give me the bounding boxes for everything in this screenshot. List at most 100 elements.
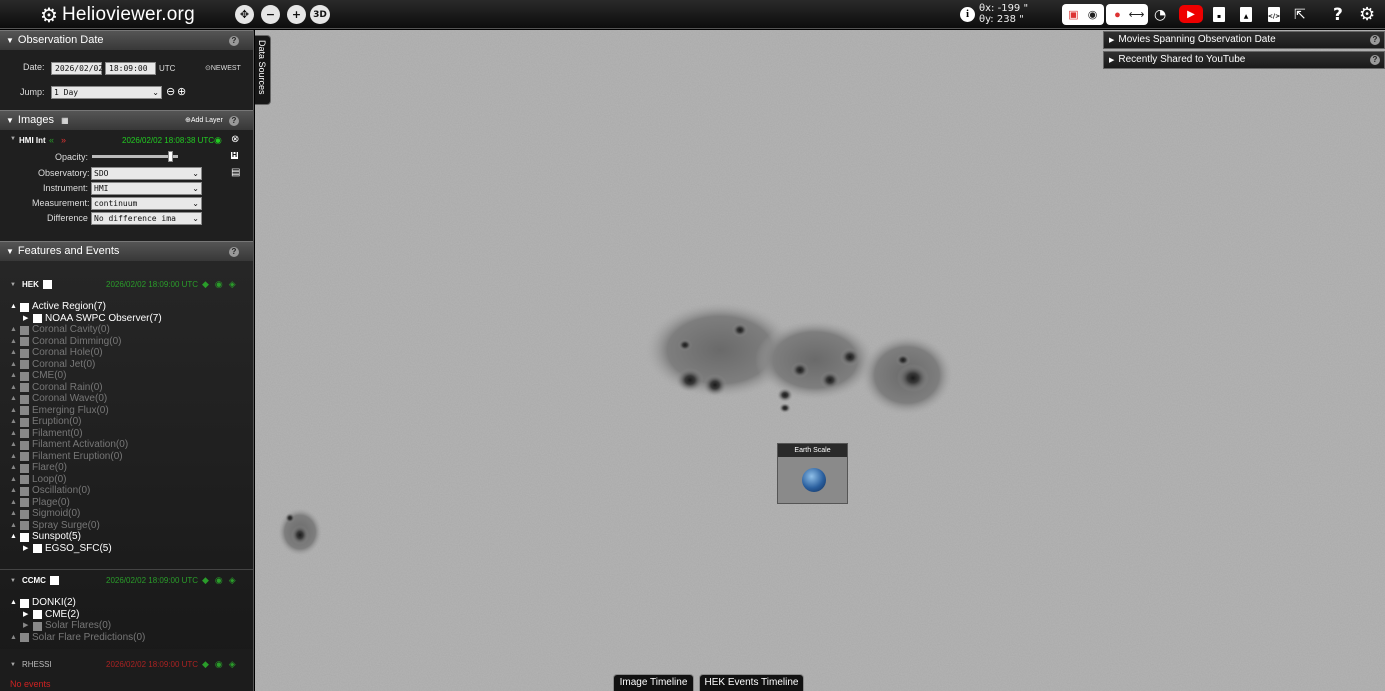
- solar-image-viewport[interactable]: [255, 30, 1385, 691]
- event-type-item[interactable]: ▲ Solar Flare Predictions(0): [10, 632, 145, 644]
- event-checkbox[interactable]: [20, 383, 29, 392]
- event-type-item[interactable]: ▲ Coronal Cavity(0): [10, 324, 110, 336]
- collapse-arrow-icon[interactable]: ▲: [10, 347, 20, 359]
- jump-forward-icon[interactable]: ⊕: [177, 85, 186, 98]
- collapse-arrow-icon[interactable]: ▲: [10, 405, 20, 417]
- provider-hek[interactable]: ▼ HEK: [10, 280, 52, 289]
- header-info-icon[interactable]: H: [231, 152, 239, 159]
- event-type-item[interactable]: ▲ Filament(0): [10, 428, 83, 440]
- image-doc-icon[interactable]: ▲: [1240, 6, 1252, 23]
- event-type-item[interactable]: ▲ Coronal Hole(0): [10, 347, 103, 359]
- marker-icon[interactable]: ◆: [202, 659, 215, 669]
- instrument-select[interactable]: HMI ⌄: [91, 182, 202, 195]
- marker-icon[interactable]: ◆: [202, 575, 215, 585]
- event-checkbox[interactable]: [20, 302, 29, 312]
- distance-icon[interactable]: ⟷: [1128, 6, 1145, 23]
- event-type-item[interactable]: ▲ Active Region(7): [10, 301, 106, 313]
- info-icon[interactable]: i: [960, 7, 975, 22]
- provider-ccmc[interactable]: ▼ CCMC: [10, 576, 59, 585]
- event-type-item[interactable]: ▲ Flare(0): [10, 462, 67, 474]
- help-icon[interactable]: ?: [229, 247, 239, 257]
- settings-gear-icon[interactable]: ⚙: [1359, 4, 1375, 25]
- movie-doc-icon[interactable]: ▪: [1213, 6, 1225, 23]
- observatory-select[interactable]: SDO ⌄: [91, 167, 202, 180]
- event-type-item[interactable]: ▲ Plage(0): [10, 497, 70, 509]
- expand-arrow-icon[interactable]: ▶: [23, 609, 33, 621]
- event-checkbox[interactable]: [20, 633, 29, 642]
- images-header[interactable]: ▼ Images ▦ ⊕Add Layer ?: [0, 110, 253, 130]
- collapse-arrow-icon[interactable]: ▲: [10, 324, 20, 336]
- event-checkbox[interactable]: [20, 463, 29, 473]
- expand-arrow-icon[interactable]: ▶: [23, 313, 33, 325]
- grid-icon[interactable]: ▦: [61, 116, 69, 125]
- zoom-out-button[interactable]: −: [261, 5, 280, 24]
- event-type-item[interactable]: ▲ Emerging Flux(0): [10, 405, 109, 417]
- collapse-arrow-icon[interactable]: ▲: [10, 632, 20, 644]
- collapse-arrow-icon[interactable]: ▲: [10, 428, 20, 440]
- event-checkbox[interactable]: [20, 498, 29, 507]
- features-events-header[interactable]: ▼ Features and Events ?: [0, 241, 253, 261]
- marker-icon[interactable]: ◆: [202, 279, 215, 289]
- limb-sunspot[interactable]: [278, 508, 322, 556]
- expand-arrow-icon[interactable]: ▶: [23, 543, 33, 555]
- event-checkbox[interactable]: [20, 325, 29, 335]
- newest-button[interactable]: ⊙NEWEST: [205, 64, 241, 72]
- collapse-arrow-icon[interactable]: ▲: [10, 508, 20, 520]
- event-checkbox[interactable]: [20, 394, 29, 404]
- event-checkbox[interactable]: [20, 406, 29, 415]
- event-type-item[interactable]: ▲ Sigmoid(0): [10, 508, 80, 520]
- event-checkbox[interactable]: [33, 621, 42, 631]
- forward-icon[interactable]: »: [61, 135, 66, 145]
- event-checkbox[interactable]: [20, 598, 29, 608]
- collapse-arrow-icon[interactable]: ▲: [10, 439, 20, 451]
- event-checkbox[interactable]: [33, 610, 42, 619]
- collapse-arrow-icon[interactable]: ▲: [10, 497, 20, 509]
- event-type-item[interactable]: ▶ Solar Flares(0): [23, 620, 111, 632]
- date-input[interactable]: 2026/02/02: [51, 62, 103, 75]
- collapse-arrow-icon[interactable]: ▲: [10, 359, 20, 371]
- collapse-arrow-icon[interactable]: ▲: [10, 485, 20, 497]
- rhessi-controls[interactable]: ◆◉◈: [202, 659, 242, 670]
- event-type-item[interactable]: ▶ NOAA SWPC Observer(7): [23, 313, 162, 325]
- event-checkbox[interactable]: [20, 486, 29, 496]
- event-checkbox[interactable]: [20, 348, 29, 358]
- collapse-arrow-icon[interactable]: ▲: [10, 336, 20, 348]
- youtube-icon[interactable]: ▶: [1179, 5, 1203, 23]
- event-type-item[interactable]: ▶ EGSO_SFC(5): [23, 543, 112, 555]
- jump-back-icon[interactable]: ⊖: [166, 85, 175, 98]
- youtube-accordion[interactable]: ▶ Recently Shared to YouTube ?: [1103, 51, 1385, 69]
- event-type-item[interactable]: ▲ Filament Activation(0): [10, 439, 128, 451]
- center-viewport-button[interactable]: ✥: [235, 5, 254, 24]
- download-doc-icon[interactable]: ▤: [231, 167, 240, 178]
- jump-select[interactable]: 1 Day ⌄: [51, 86, 162, 99]
- event-type-item[interactable]: ▲ Eruption(0): [10, 416, 81, 428]
- collapse-arrow-icon[interactable]: ▲: [10, 474, 20, 486]
- image-timeline-tab[interactable]: Image Timeline: [613, 674, 694, 691]
- provider-checkbox[interactable]: [49, 576, 59, 585]
- collapse-arrow-icon[interactable]: ▲: [10, 370, 20, 382]
- event-type-item[interactable]: ▲ Filament Eruption(0): [10, 451, 123, 463]
- logo[interactable]: ⚙ Helioviewer.org: [40, 3, 195, 27]
- rss-icon[interactable]: ◔: [1154, 6, 1166, 23]
- event-checkbox[interactable]: [20, 440, 29, 450]
- eye-icon[interactable]: ◉: [215, 659, 229, 669]
- provider-rhessi[interactable]: ▼ RHESSI: [10, 660, 52, 669]
- event-checkbox[interactable]: [20, 337, 29, 346]
- share-icon[interactable]: ⇱: [1294, 6, 1306, 23]
- help-icon[interactable]: ?: [229, 116, 239, 126]
- data-sources-tab[interactable]: Data Sources: [255, 35, 271, 105]
- expand-arrow-icon[interactable]: ▶: [23, 620, 33, 632]
- event-checkbox[interactable]: [20, 360, 29, 369]
- event-type-item[interactable]: ▲ Coronal Wave(0): [10, 393, 107, 405]
- event-checkbox[interactable]: [20, 509, 29, 519]
- rewind-icon[interactable]: «: [49, 135, 54, 145]
- movies-accordion[interactable]: ▶ Movies Spanning Observation Date ?: [1103, 31, 1385, 49]
- opacity-slider-handle[interactable]: [168, 151, 174, 162]
- collapse-arrow-icon[interactable]: ▲: [10, 416, 20, 428]
- zoom-in-button[interactable]: +: [287, 5, 306, 24]
- collapse-arrow-icon[interactable]: ▲: [10, 597, 20, 609]
- remove-layer-icon[interactable]: ⊗: [231, 134, 239, 145]
- difference-select[interactable]: No difference ima ⌄: [91, 212, 202, 225]
- collapse-arrow-icon[interactable]: ▲: [10, 393, 20, 405]
- visibility-eye-icon[interactable]: ◉: [214, 135, 222, 146]
